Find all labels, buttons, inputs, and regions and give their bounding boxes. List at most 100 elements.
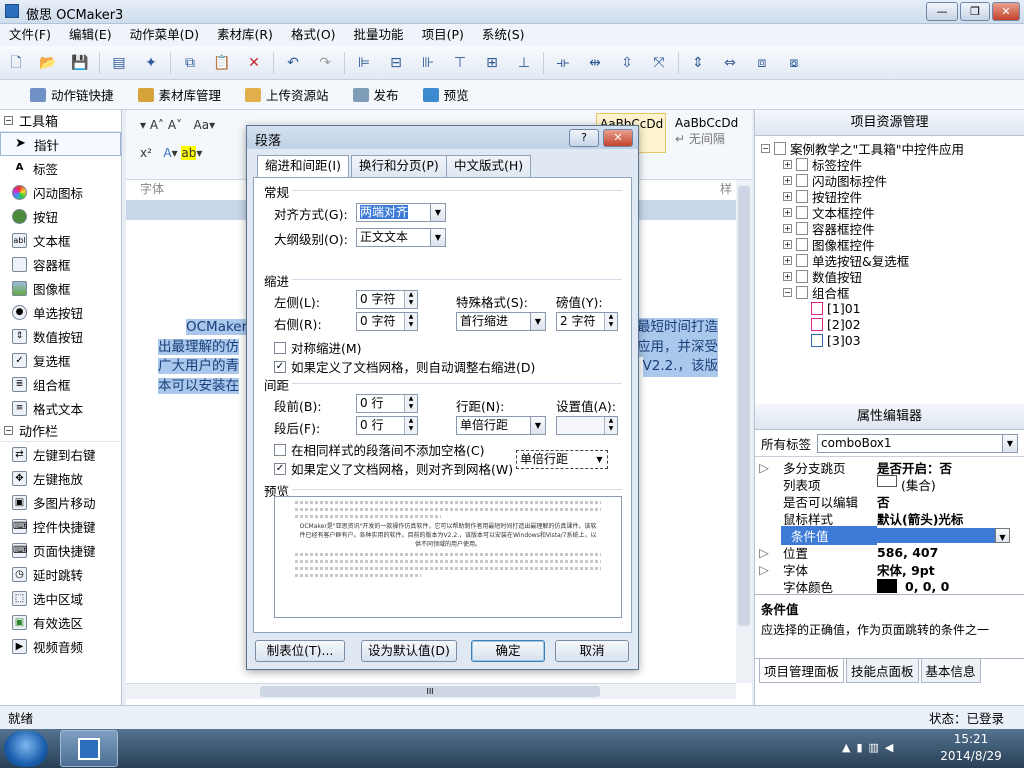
action-select-area[interactable]: ⬚ 选中区域 [0,586,121,610]
delete-icon[interactable]: ✕ [243,52,265,74]
action-media[interactable]: ▶ 视频音频 [0,634,121,658]
no-space-checkbox[interactable] [274,443,286,456]
after-input[interactable]: 0 行 ▲ ▼ [356,416,418,435]
action-page-hotkey[interactable]: ⌨ 页面快捷键 [0,538,121,562]
tree-node[interactable]: + 单选按钮&复选框 [761,252,1018,269]
action-valid-area[interactable]: ▣ 有效选区 [0,610,121,634]
page-icon[interactable]: ▤ [108,52,130,74]
tree-node[interactable]: + 数值按钮 [761,268,1018,285]
tree-node[interactable]: + 按钮控件 [761,188,1018,205]
quick-upload[interactable]: 上传资源站 [233,85,341,104]
prop-row[interactable]: ▷ 多分支跳页 是否开启：否 [755,459,1024,476]
document-vscroll[interactable] [736,180,752,683]
align-top-icon[interactable]: ⊤ [449,52,471,74]
auto-adjust-option[interactable]: ✓ 如果定义了文档网格，则自动调整右缩进(D) [274,357,535,376]
menu-project[interactable]: 项目(P) [413,24,473,46]
chevron-down-icon[interactable]: ▼ [995,528,1010,543]
new-icon[interactable]: 🗋 [5,52,27,74]
redo-icon[interactable]: ↷ [314,52,336,74]
tree-node[interactable]: + 容器框控件 [761,220,1018,237]
bring-front-icon[interactable]: ⧈ [751,52,773,74]
align-middle-icon[interactable]: ⊞ [481,52,503,74]
prop-row-selected[interactable]: 条件值 ▼ [755,526,1024,545]
mirror-indent-option[interactable]: 对称缩进(M) [274,338,362,357]
prop-row[interactable]: ▷ 位置 586, 407 [755,544,1024,561]
tab-asian-typography[interactable]: 中文版式(H) [446,155,532,177]
distribute-h-icon[interactable]: ⟛ [552,52,574,74]
special-select[interactable]: 首行缩进 ▼ [456,312,546,331]
undo-icon[interactable]: ↶ [282,52,304,74]
tool-icon[interactable]: ✦ [140,52,162,74]
align-bottom-icon[interactable]: ⊥ [513,52,535,74]
tag-select[interactable]: comboBox1 ▼ [817,433,1018,453]
quick-preview[interactable]: 预览 [411,85,481,104]
tab-project[interactable]: 项目管理面板 [759,658,845,683]
actions-header[interactable]: − 动作栏 [0,420,121,442]
tool-flash-icon[interactable]: 闪动图标 [0,180,121,204]
tree-node[interactable]: + 文本框控件 [761,204,1018,221]
tool-textbox[interactable]: abl 文本框 [0,228,121,252]
action-drag[interactable]: ✥ 左键拖放 [0,466,121,490]
tool-combobox[interactable]: ≣ 组合框 [0,372,121,396]
tool-label[interactable]: A 标签 [0,156,121,180]
minimize-button[interactable]: — [926,2,958,21]
document-hscroll[interactable]: III [126,683,736,699]
align-select[interactable]: 两端对齐 ▼ [356,203,446,222]
tab-basic-info[interactable]: 基本信息 [920,658,981,683]
quick-library[interactable]: 素材库管理 [126,85,234,104]
align-right-icon[interactable]: ⊪ [417,52,439,74]
ok-button[interactable]: 确定 [471,640,545,662]
overlay-combobox[interactable]: 单倍行距 ▼ [516,450,608,469]
paste-icon[interactable]: 📋 [211,52,233,74]
close-button[interactable]: ✕ [992,2,1020,21]
format-controls[interactable]: x² A▾ ab▾ [140,146,202,160]
style-no-spacing[interactable]: AaBbCcDd ↵ 无间隔 [672,113,744,153]
quick-action-chain[interactable]: 动作链快捷 [18,85,126,104]
by-input[interactable]: 2 字符 ▲ ▼ [556,312,618,331]
tool-checkbox[interactable]: ✓ 复选框 [0,348,121,372]
menu-format[interactable]: 格式(O) [282,24,345,46]
snap-grid-checkbox[interactable]: ✓ [274,462,286,475]
menu-batch[interactable]: 批量功能 [345,24,413,46]
prop-row[interactable]: 是否可以编辑否 [755,493,1024,510]
action-multi-image[interactable]: ▣ 多图片移动 [0,490,121,514]
menu-action[interactable]: 动作菜单(D) [121,24,208,46]
prop-row[interactable]: 列表项 (集合) [755,475,1024,493]
maximize-button[interactable]: ❐ [960,2,990,21]
horizontal-space-icon[interactable]: ⇔ [719,52,741,74]
before-input[interactable]: 0 行 ▲ ▼ [356,394,418,413]
mirror-checkbox[interactable] [274,341,286,354]
set-default-button[interactable]: 设为默认值(D) [361,640,457,662]
open-icon[interactable]: 📂 [37,52,59,74]
at-input[interactable]: ▲ ▼ [556,416,618,435]
auto-adjust-checkbox[interactable]: ✓ [274,360,286,373]
quick-publish[interactable]: 发布 [341,85,411,104]
same-width-icon[interactable]: ⇹ [584,52,606,74]
clock[interactable]: 15:21 2014/8/29 [926,731,1016,765]
save-icon[interactable]: 💾 [69,52,91,74]
tree-node[interactable]: − 组合框 [761,284,1018,301]
tool-richtext[interactable]: ≡ 格式文本 [0,396,121,420]
snap-grid-option[interactable]: ✓ 如果定义了文档网格，则对齐到网格(W) [274,459,513,478]
tree-root[interactable]: − 案例教学之"工具箱"中控件应用 [761,140,1018,157]
prop-row[interactable]: 鼠标样式 默认(箭头)光标 [755,510,1024,527]
no-space-option[interactable]: 在相同样式的段落间不添加空格(C) [274,440,484,459]
copy-icon[interactable]: ⧉ [179,52,201,74]
tree-node[interactable]: + 标签控件 [761,156,1018,173]
menu-library[interactable]: 素材库(R) [208,24,282,46]
same-height-icon[interactable]: ⇳ [616,52,638,74]
menu-file[interactable]: 文件(F) [0,24,60,46]
tree-leaf[interactable]: [2]02 [761,316,1018,332]
tabs-button[interactable]: 制表位(T)... [255,640,345,662]
prop-row[interactable]: 字体颜色 0, 0, 0 [755,578,1024,595]
indent-right-input[interactable]: 0 字符 ▲ ▼ [356,312,418,331]
indent-left-input[interactable]: 0 字符 ▲ ▼ [356,290,418,309]
menu-edit[interactable]: 编辑(E) [60,24,121,46]
action-control-hotkey[interactable]: ⌨ 控件快捷键 [0,514,121,538]
vertical-space-icon[interactable]: ⇕ [687,52,709,74]
tab-indent-spacing[interactable]: 缩进和间距(I) [257,155,349,178]
toolbox-header[interactable]: − 工具箱 [0,110,121,132]
tool-button[interactable]: 按钮 [0,204,121,228]
tool-pointer[interactable]: ➤ 指针 [0,132,121,156]
tray-icons[interactable]: ▲▮▥◀ [842,741,899,754]
